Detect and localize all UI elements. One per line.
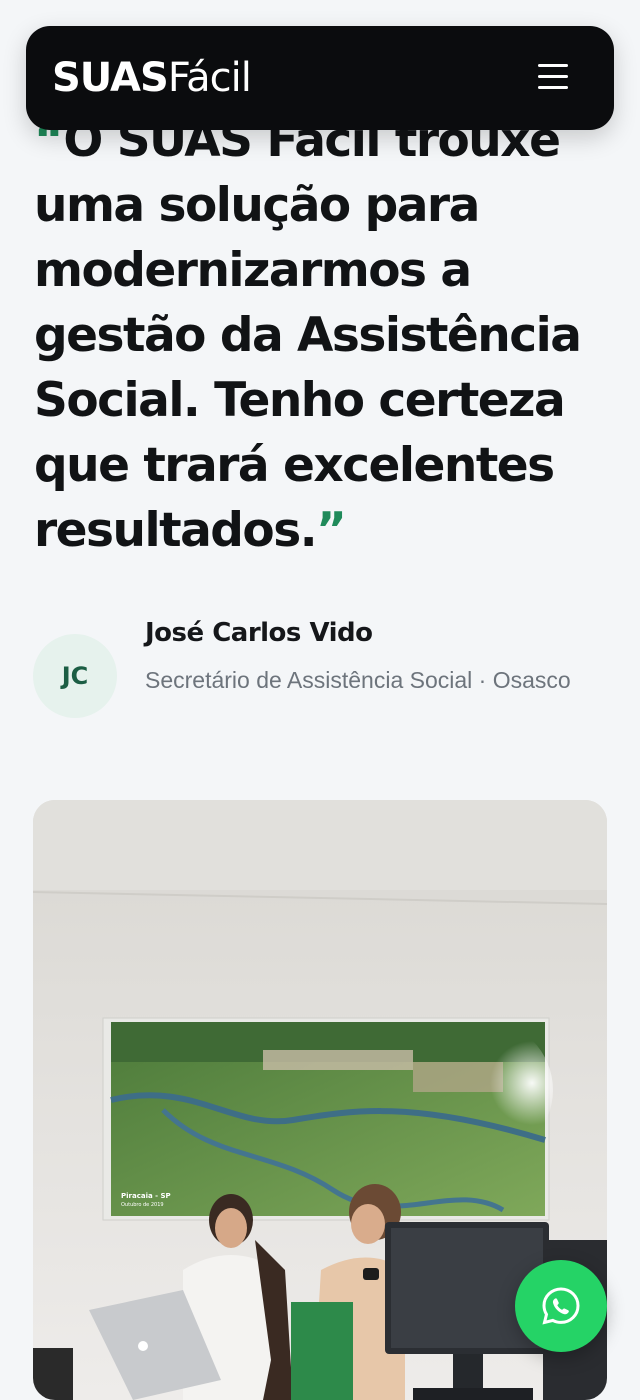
quote-line-5: Social. Tenho certeza <box>34 373 566 428</box>
site-logo[interactable]: SUASFácil <box>52 55 252 101</box>
site-header: SUASFácil <box>26 26 614 130</box>
avatar: JC <box>33 634 117 718</box>
testimonial-quote: “O SUAS Fácil trouxe uma solução para mo… <box>34 108 624 563</box>
quote-close-mark: ” <box>316 503 347 558</box>
quote-line-6: que trará excelentes <box>34 438 555 493</box>
poster-caption-date: Outubro de 2019 <box>121 1202 164 1208</box>
poster-caption: Piracaia - SP <box>121 1192 171 1200</box>
logo-bold-text: SUAS <box>52 55 169 101</box>
avatar-initials: JC <box>61 662 89 690</box>
whatsapp-button[interactable] <box>515 1260 607 1352</box>
quote-line-2: uma solução para <box>34 178 480 233</box>
whatsapp-icon <box>542 1287 580 1325</box>
quote-line-4: gestão da Assistência <box>34 308 582 363</box>
logo-light-text: Fácil <box>167 55 252 101</box>
author-role: Secretário de Assistência Social · Osasc… <box>145 667 571 693</box>
hamburger-menu-icon[interactable] <box>538 64 568 90</box>
quote-line-7: resultados.” <box>34 503 347 558</box>
author-name: José Carlos Vido <box>145 618 373 648</box>
quote-line-3: modernizarmos a <box>34 243 472 298</box>
